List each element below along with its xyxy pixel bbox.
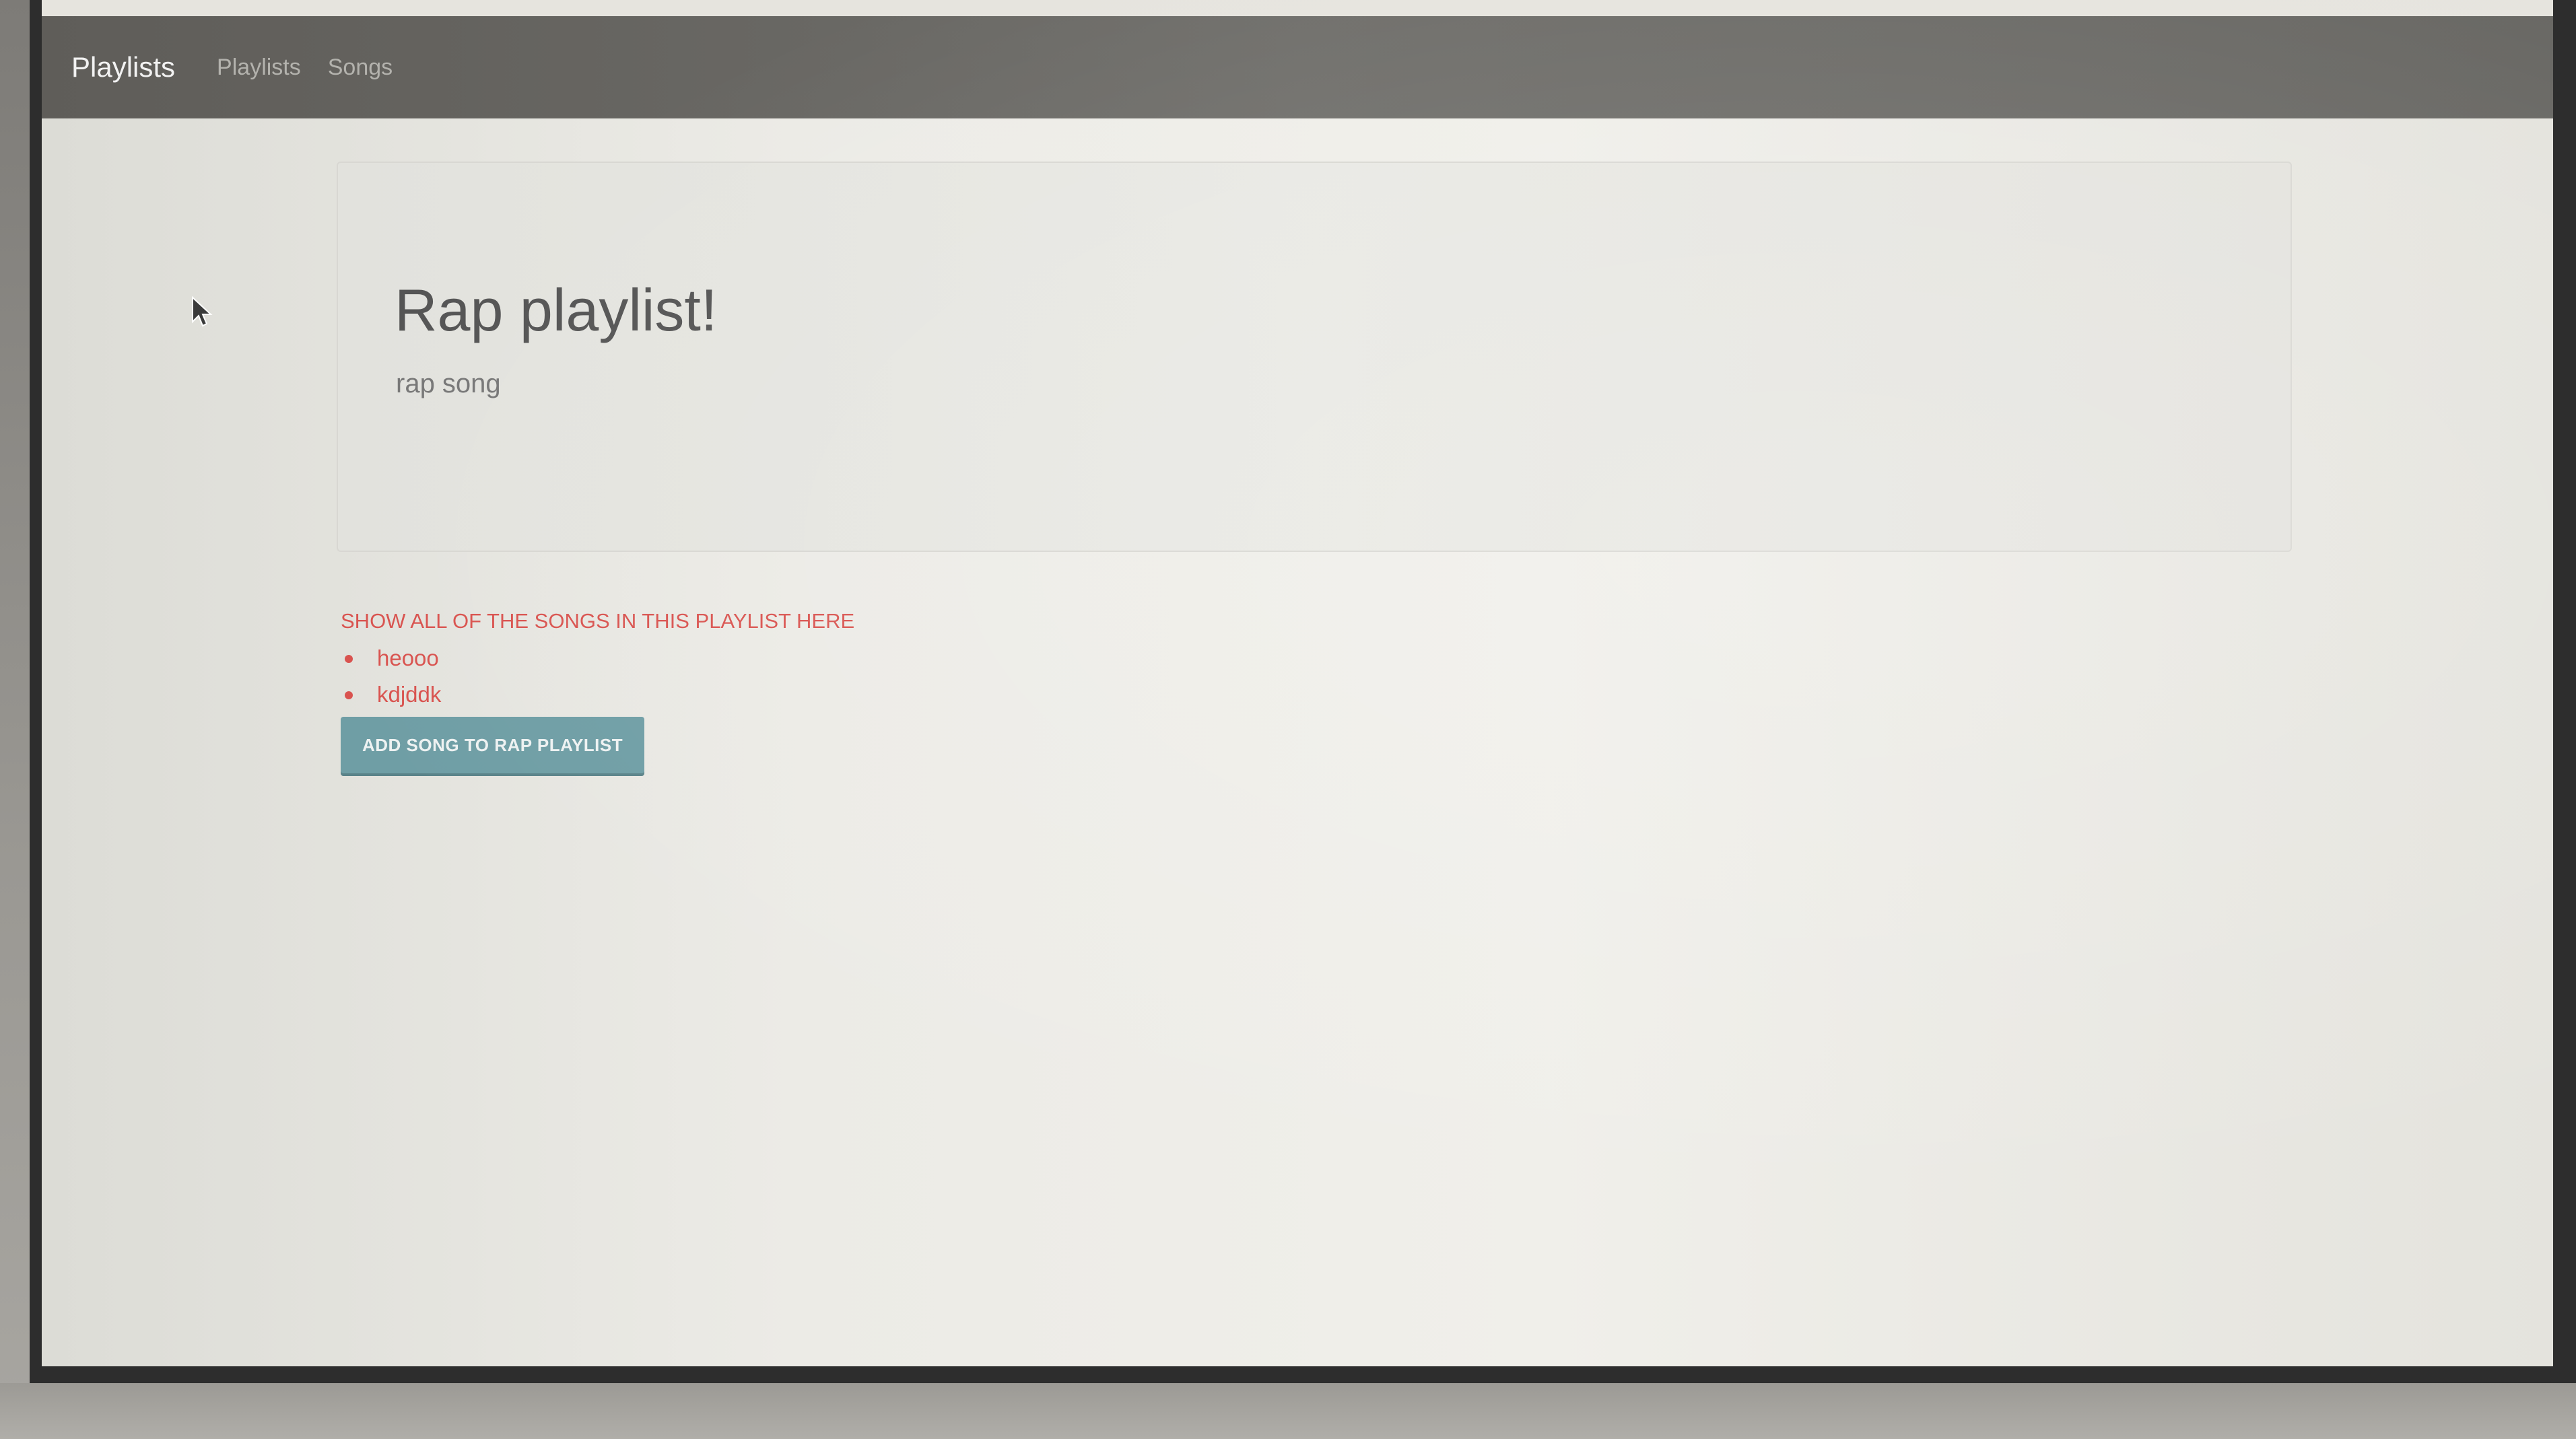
songs-heading: SHOW ALL OF THE SONGS IN THIS PLAYLIST H…: [341, 609, 855, 633]
song-list-item: heooo: [341, 640, 854, 676]
bullet-icon: [345, 691, 353, 699]
navbar-brand[interactable]: Playlists: [71, 51, 175, 83]
song-list: heooo kdjddk: [341, 640, 854, 713]
bullet-icon: [345, 655, 353, 663]
song-name: kdjddk: [377, 682, 442, 707]
songs-section: SHOW ALL OF THE SONGS IN THIS PLAYLIST H…: [341, 609, 854, 773]
page-title: Rap playlist!: [395, 277, 718, 343]
add-song-button[interactable]: ADD SONG TO RAP PLAYLIST: [341, 717, 645, 773]
browser-chrome-strip: [42, 0, 2553, 16]
browser-viewport: Playlists Playlists Songs Rap playlist! …: [42, 0, 2553, 1366]
song-name: heooo: [377, 645, 439, 670]
mouse-cursor-icon: [191, 295, 213, 332]
nav-link-playlists[interactable]: Playlists: [217, 55, 301, 81]
desk-surface: [0, 1383, 2576, 1439]
song-list-item: kdjddk: [341, 676, 854, 713]
nav-link-songs[interactable]: Songs: [328, 55, 393, 81]
playlist-description: rap song: [396, 369, 501, 398]
jumbotron: Rap playlist! rap song: [337, 162, 2292, 552]
navbar: Playlists Playlists Songs: [42, 16, 2553, 118]
